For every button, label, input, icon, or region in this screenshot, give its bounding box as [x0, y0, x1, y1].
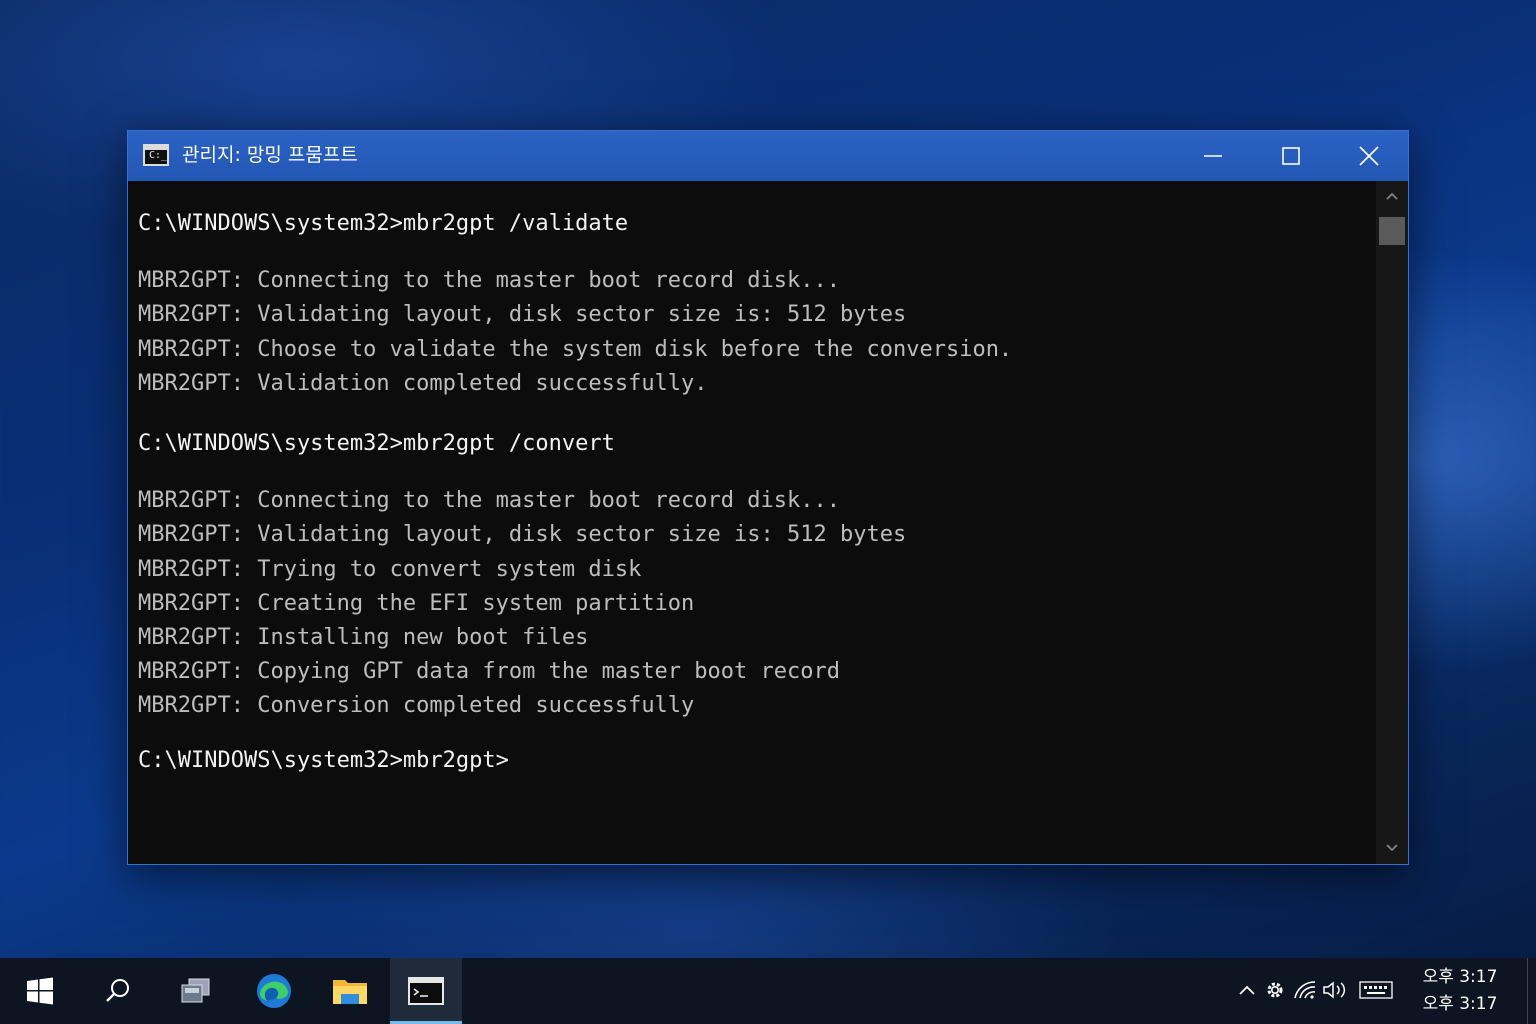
title-bar[interactable]: C:_ 관리지: 망밍 프뭄프트 — [128, 131, 1408, 181]
close-icon — [1359, 146, 1379, 166]
settings-tray-button[interactable] — [1261, 976, 1289, 1004]
scroll-down-button[interactable] — [1376, 837, 1408, 859]
clock-time: 오후 3:17 — [1422, 967, 1498, 987]
command-prompt-icon — [408, 977, 444, 1005]
command-prompt-window[interactable]: C:_ 관리지: 망밍 프뭄프트 C:\WINDOWS\system32>mbr… — [127, 130, 1409, 865]
console-output-line: MBR2GPT: Choose to validate the system d… — [138, 337, 1013, 362]
console-app-icon: C:_ — [143, 144, 169, 166]
start-windows-icon — [27, 977, 53, 1005]
settings-gear-icon — [1267, 982, 1283, 998]
speaker-icon — [1323, 981, 1346, 999]
network-tray-button[interactable] — [1291, 976, 1319, 1004]
wifi-icon — [1294, 981, 1316, 999]
console-output-line: MBR2GPT: Validating layout, disk sector … — [138, 522, 907, 547]
show-desktop-button[interactable] — [1527, 958, 1536, 1024]
console-output-line: MBR2GPT: Connecting to the master boot r… — [138, 268, 840, 293]
console-output-line: MBR2GPT: Validation completed successful… — [138, 371, 708, 396]
search-button[interactable] — [82, 958, 154, 1024]
minimize-icon — [1204, 155, 1222, 157]
search-icon — [106, 979, 129, 1002]
edge-browser-button[interactable] — [238, 958, 310, 1024]
scroll-thumb[interactable] — [1379, 217, 1405, 245]
close-button[interactable] — [1330, 131, 1408, 181]
scroll-up-button[interactable] — [1376, 185, 1408, 207]
system-clock[interactable]: 오후 3:17 오후 3:17 — [1408, 964, 1512, 1018]
window-title: 관리지: 망밍 프뭄프트 — [182, 144, 358, 166]
vertical-scrollbar[interactable] — [1376, 181, 1408, 864]
console-output-line: MBR2GPT: Connecting to the master boot r… — [138, 488, 840, 513]
chevron-up-icon — [1239, 985, 1255, 995]
input-method-tray-button[interactable] — [1358, 976, 1394, 1004]
chevron-up-icon — [1386, 192, 1398, 200]
console-output[interactable]: C:\WINDOWS\system32>mbr2gpt /validate MB… — [128, 181, 1376, 864]
console-output-line: MBR2GPT: Copying GPT data from the maste… — [138, 659, 840, 684]
show-hidden-icons-button[interactable] — [1233, 976, 1261, 1004]
console-prompt-line[interactable]: C:\WINDOWS\system32>mbr2gpt> — [138, 748, 509, 773]
console-output-line: MBR2GPT: Validating layout, disk sector … — [138, 302, 907, 327]
edge-browser-icon — [257, 974, 291, 1008]
console-command-line: C:\WINDOWS\system32>mbr2gpt /convert — [138, 431, 615, 456]
clock-date: 오후 3:17 — [1422, 994, 1498, 1014]
file-explorer-button[interactable] — [314, 958, 386, 1024]
maximize-button[interactable] — [1252, 131, 1330, 181]
console-output-line: MBR2GPT: Trying to convert system disk — [138, 557, 642, 582]
task-view-button[interactable] — [160, 958, 232, 1024]
command-prompt-taskbar-button[interactable] — [390, 958, 462, 1024]
console-command-line: C:\WINDOWS\system32>mbr2gpt /validate — [138, 211, 629, 236]
volume-tray-button[interactable] — [1321, 976, 1349, 1004]
minimize-button[interactable] — [1174, 131, 1252, 181]
console-output-line: MBR2GPT: Creating the EFI system partiti… — [138, 591, 695, 616]
keyboard-icon — [1359, 981, 1393, 999]
file-explorer-icon — [333, 980, 367, 1004]
console-output-line: MBR2GPT: Installing new boot files — [138, 625, 589, 650]
chevron-down-icon — [1386, 844, 1398, 852]
console-output-line: MBR2GPT: Conversion completed successful… — [138, 693, 695, 718]
maximize-icon — [1282, 147, 1300, 165]
taskbar: 오후 3:17 오후 3:17 — [0, 958, 1536, 1024]
task-view-icon — [181, 978, 210, 1003]
start-button[interactable] — [4, 958, 76, 1024]
